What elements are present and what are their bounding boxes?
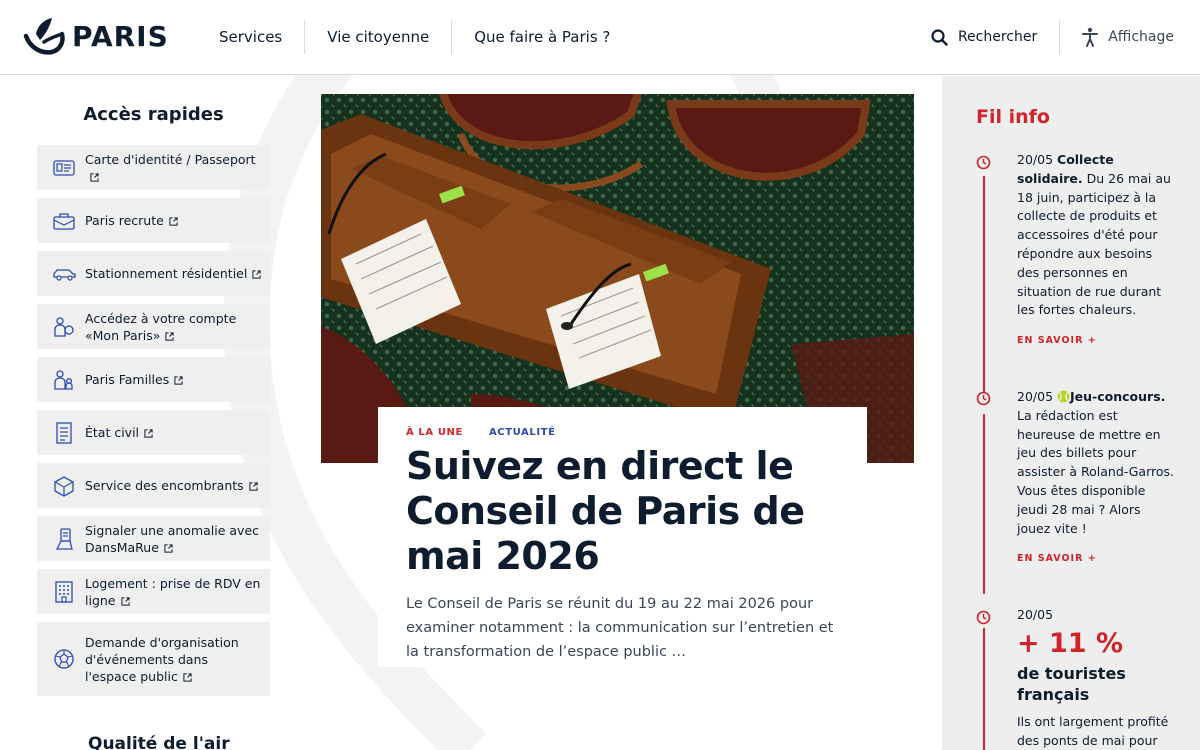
- display-button[interactable]: Affichage: [1060, 20, 1174, 54]
- display-label: Affichage: [1108, 29, 1174, 45]
- entry-date: 20/05: [1017, 152, 1054, 167]
- tag-a-la-une[interactable]: À LA UNE: [406, 427, 463, 438]
- nav-services[interactable]: Services: [197, 20, 306, 54]
- tennis-ball-icon: [1057, 390, 1070, 403]
- quick-item-dansmarue[interactable]: Signaler une anomalie avec DansMaRue: [37, 516, 270, 561]
- entry-headline: Jeu-concours.: [1070, 389, 1166, 404]
- external-link-icon: [183, 672, 192, 682]
- external-link-icon: [90, 172, 99, 182]
- id-card-icon: [51, 156, 77, 180]
- feed-entry: 20/05 + 11 % de touristes français Ils o…: [1017, 606, 1177, 750]
- clock-icon: [976, 610, 991, 625]
- entry-text: Ils ont largement profité des ponts de m…: [1017, 713, 1169, 748]
- search-button[interactable]: Rechercher: [931, 20, 1061, 54]
- quick-item-encombrants[interactable]: Service des encombrants: [37, 463, 270, 508]
- account-icon: [51, 315, 77, 339]
- quick-item-paris-familles[interactable]: Paris Familles: [37, 357, 270, 402]
- feature-title[interactable]: Suivez en direct le Conseil de Paris de …: [406, 444, 839, 579]
- external-link-icon: [144, 429, 153, 438]
- quick-item-identity[interactable]: Carte d'identité / Passeport: [37, 145, 270, 190]
- search-label: Rechercher: [957, 29, 1038, 45]
- logo-text: PARIS: [72, 19, 169, 53]
- quick-access-panel: Accès rapides Carte d'identité / Passepo…: [37, 95, 270, 704]
- entry-text: Du 26 mai au 18 juin, participez à la co…: [1017, 170, 1171, 318]
- car-icon: [51, 262, 77, 286]
- entry-text: La rédaction est heureuse de mettre en j…: [1017, 407, 1175, 536]
- quick-item-label: Demande d'organisation d'événements dans…: [85, 634, 239, 684]
- external-link-icon: [252, 270, 261, 279]
- header-actions: Rechercher Affichage: [931, 20, 1174, 54]
- quick-item-evenements[interactable]: Demande d'organisation d'événements dans…: [37, 622, 270, 696]
- feature-tags: À LA UNE ACTUALITÉ: [406, 427, 839, 438]
- quick-item-label: Accédez à votre compte «Mon Paris»: [85, 310, 237, 343]
- quick-item-label: Logement : prise de RDV en ligne: [85, 575, 261, 608]
- quick-access-list: Carte d'identité / Passeport Paris recru…: [37, 145, 270, 696]
- quick-item-logement[interactable]: Logement : prise de RDV en ligne: [37, 569, 270, 614]
- external-link-icon: [165, 331, 174, 341]
- timeline-line: [983, 628, 985, 750]
- quick-item-label: État civil: [85, 424, 153, 441]
- quick-access-title: Accès rapides: [83, 104, 224, 125]
- news-feed-panel: Fil info 20/05 Collecte solidaire. Du 26…: [942, 76, 1200, 750]
- external-link-icon: [164, 543, 173, 553]
- stat-value: + 11 %: [1017, 627, 1124, 659]
- tag-actualite[interactable]: ACTUALITÉ: [489, 427, 556, 438]
- site-header: PARIS Services Vie citoyenne Que faire à…: [0, 0, 1200, 75]
- read-more-link[interactable]: EN SAVOIR +: [1017, 332, 1177, 351]
- report-icon: [51, 527, 77, 551]
- feed-title: Fil info: [976, 106, 1050, 128]
- document-icon: [51, 421, 77, 445]
- quick-item-label: Paris recrute: [85, 212, 178, 229]
- quick-item-recruitment[interactable]: Paris recrute: [37, 198, 270, 243]
- read-more-link[interactable]: EN SAVOIR +: [1017, 550, 1177, 569]
- building-icon: [51, 580, 77, 604]
- entry-date: 20/05: [1017, 607, 1054, 622]
- entry-date: 20/05: [1017, 389, 1054, 404]
- air-quality-title: Qualité de l'air: [88, 734, 230, 750]
- clock-icon: [976, 391, 991, 406]
- nav-vie-citoyenne[interactable]: Vie citoyenne: [305, 20, 453, 54]
- quick-item-parking[interactable]: Stationnement résidentiel: [37, 251, 270, 296]
- feature-description: Le Conseil de Paris se réunit du 19 au 2…: [406, 596, 834, 660]
- box-icon: [51, 474, 77, 498]
- paris-logo[interactable]: PARIS: [22, 16, 169, 56]
- feed-entry: 20/05 Collecte solidaire. Du 26 mai au 1…: [1017, 151, 1177, 351]
- quick-item-label: Signaler une anomalie avec DansMaRue: [85, 522, 260, 555]
- timeline-line: [983, 176, 985, 394]
- quick-item-label: Paris Familles: [85, 371, 183, 388]
- quick-item-label: Service des encombrants: [85, 477, 258, 494]
- timeline-line: [983, 414, 985, 594]
- quick-item-label: Stationnement résidentiel: [85, 265, 261, 282]
- main-nav: Services Vie citoyenne Que faire à Paris…: [197, 20, 632, 54]
- briefcase-icon: [51, 209, 77, 233]
- clock-icon: [976, 155, 991, 170]
- external-link-icon: [120, 596, 130, 606]
- nav-que-faire[interactable]: Que faire à Paris ?: [452, 20, 632, 54]
- external-link-icon: [249, 482, 258, 491]
- search-icon: [931, 28, 948, 46]
- feed-entry: 20/05 Jeu-concours. La rédaction est heu…: [1017, 388, 1177, 569]
- ball-icon: [51, 647, 77, 671]
- accessibility-icon: [1082, 27, 1099, 47]
- quick-item-mon-paris[interactable]: Accédez à votre compte «Mon Paris»: [37, 304, 270, 349]
- external-link-icon: [169, 217, 178, 226]
- external-link-icon: [174, 376, 183, 385]
- family-icon: [51, 368, 77, 392]
- quick-item-etat-civil[interactable]: État civil: [37, 410, 270, 455]
- quick-item-label: Carte d'identité / Passeport: [85, 151, 262, 185]
- paris-boat-logo-icon: [23, 18, 65, 55]
- stat-label: de touristes français: [1017, 663, 1126, 704]
